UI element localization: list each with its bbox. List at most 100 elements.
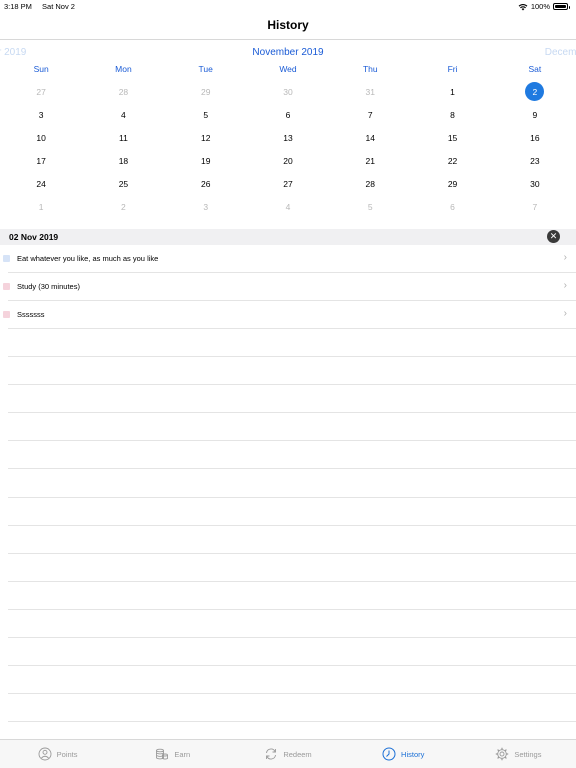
empty-row: [8, 526, 576, 554]
calendar-day[interactable]: 7: [494, 195, 576, 218]
empty-row: [8, 498, 576, 526]
tab-label: History: [401, 749, 425, 759]
empty-row: [8, 638, 576, 667]
empty-row: [8, 554, 576, 582]
calendar-day[interactable]: 4: [247, 195, 329, 218]
calendar-week: 10 11 12 13 14 15 16: [0, 126, 576, 149]
empty-row: [8, 441, 576, 470]
calendar-day[interactable]: 9: [494, 103, 576, 126]
calendar-day[interactable]: 30: [494, 172, 576, 195]
calendar-day[interactable]: 19: [165, 149, 247, 172]
calendar-day[interactable]: 26: [165, 172, 247, 195]
calendar-day[interactable]: 15: [411, 126, 493, 149]
empty-row: [8, 694, 576, 723]
empty-row: [8, 666, 576, 695]
calendar-day[interactable]: 10: [0, 126, 82, 149]
calendar-day[interactable]: 29: [165, 80, 247, 103]
tab-label: Earn: [174, 749, 191, 759]
calendar-day[interactable]: 3: [0, 103, 82, 126]
settings-icon: [496, 747, 509, 761]
calendar-day[interactable]: 28: [82, 80, 164, 103]
close-icon: ✕: [549, 231, 558, 241]
tab-label: Redeem: [283, 749, 312, 759]
calendar-day[interactable]: 30: [247, 80, 329, 103]
list-item[interactable]: Eat whatever you like, as much as you li…: [3, 245, 576, 273]
page-title: History: [267, 18, 309, 32]
month-header[interactable]: r 2019 November 2019 Decemb: [0, 44, 576, 60]
calendar-day[interactable]: 27: [0, 80, 82, 103]
weekday-fri: Fri: [447, 64, 458, 74]
calendar-day[interactable]: 1: [0, 195, 82, 218]
calendar-day[interactable]: 25: [82, 172, 164, 195]
calendar-day[interactable]: 5: [329, 195, 411, 218]
chevron-right-icon: ›: [563, 308, 567, 319]
calendar-day-selected[interactable]: 2: [494, 80, 576, 103]
calendar-day[interactable]: 27: [247, 172, 329, 195]
category-color-swatch: [3, 283, 10, 290]
calendar-day[interactable]: 23: [494, 149, 576, 172]
nav-bar: History: [0, 12, 576, 40]
tab-redeem[interactable]: Redeem: [230, 740, 345, 768]
calendar-day[interactable]: 16: [494, 126, 576, 149]
tab-history[interactable]: History: [346, 740, 461, 768]
weekday-tue: Tue: [198, 64, 213, 74]
selected-date-header: 02 Nov 2019 ✕: [0, 229, 576, 245]
calendar-day[interactable]: 12: [165, 126, 247, 149]
weekday-sat: Sat: [528, 64, 542, 74]
empty-row: [8, 610, 576, 639]
next-month-label[interactable]: Decemb: [545, 47, 576, 58]
wifi-icon: [518, 3, 528, 10]
tab-points[interactable]: Points: [0, 740, 115, 768]
calendar-day[interactable]: 4: [82, 103, 164, 126]
status-time: 3:18 PM: [4, 2, 32, 11]
history-icon: [382, 747, 396, 761]
activity-list: Eat whatever you like, as much as you li…: [0, 245, 576, 751]
empty-row: [8, 357, 576, 386]
tab-earn[interactable]: Earn: [115, 740, 230, 768]
calendar-day[interactable]: 11: [82, 126, 164, 149]
calendar-day[interactable]: 6: [411, 195, 493, 218]
chevron-right-icon: ›: [563, 280, 567, 291]
list-item[interactable]: Study (30 minutes) ›: [3, 273, 576, 301]
empty-row: [8, 582, 576, 610]
redeem-icon: [266, 748, 277, 760]
battery-percent: 100%: [530, 2, 550, 11]
calendar-day[interactable]: 28: [329, 172, 411, 195]
calendar-day[interactable]: 20: [247, 149, 329, 172]
calendar-day[interactable]: 14: [329, 126, 411, 149]
calendar-grid: 27 28 29 30 31 1 2 3 4 5 6 7 8 9 10 11 1…: [0, 80, 576, 218]
tab-settings[interactable]: Settings: [461, 740, 576, 768]
calendar-week: 27 28 29 30 31 1 2: [0, 80, 576, 103]
calendar-day[interactable]: 24: [0, 172, 82, 195]
weekday-wed: Wed: [279, 64, 297, 74]
list-item[interactable]: Sssssss ›: [3, 301, 576, 329]
clear-selection-button[interactable]: ✕: [547, 230, 560, 243]
calendar-day[interactable]: 8: [411, 103, 493, 126]
calendar-day[interactable]: 31: [329, 80, 411, 103]
calendar-day[interactable]: 22: [411, 149, 493, 172]
calendar-day[interactable]: 13: [247, 126, 329, 149]
calendar-week: 3 4 5 6 7 8 9: [0, 103, 576, 126]
calendar-day[interactable]: 18: [82, 149, 164, 172]
calendar-day[interactable]: 3: [165, 195, 247, 218]
empty-row: [8, 329, 576, 358]
calendar-day[interactable]: 2: [82, 195, 164, 218]
calendar-week: 17 18 19 20 21 22 23: [0, 149, 576, 172]
calendar-day[interactable]: 21: [329, 149, 411, 172]
calendar-day[interactable]: 6: [247, 103, 329, 126]
calendar-day[interactable]: 7: [329, 103, 411, 126]
current-month-label: November 2019: [252, 47, 324, 58]
weekday-thu: Thu: [362, 64, 378, 74]
category-color-swatch: [3, 255, 10, 262]
calendar-day[interactable]: 1: [411, 80, 493, 103]
list-item-label: Study (30 minutes): [17, 282, 80, 291]
chevron-right-icon: ›: [563, 252, 567, 263]
calendar-day[interactable]: 29: [411, 172, 493, 195]
calendar-day[interactable]: 5: [165, 103, 247, 126]
list-item-label: Eat whatever you like, as much as you li…: [17, 254, 159, 263]
weekday-header: Sun Mon Tue Wed Thu Fri Sat: [0, 64, 576, 78]
status-right: 100%: [518, 2, 570, 11]
selected-date-label: 02 Nov 2019: [9, 232, 59, 242]
battery-icon: [553, 3, 570, 10]
calendar-day[interactable]: 17: [0, 149, 82, 172]
